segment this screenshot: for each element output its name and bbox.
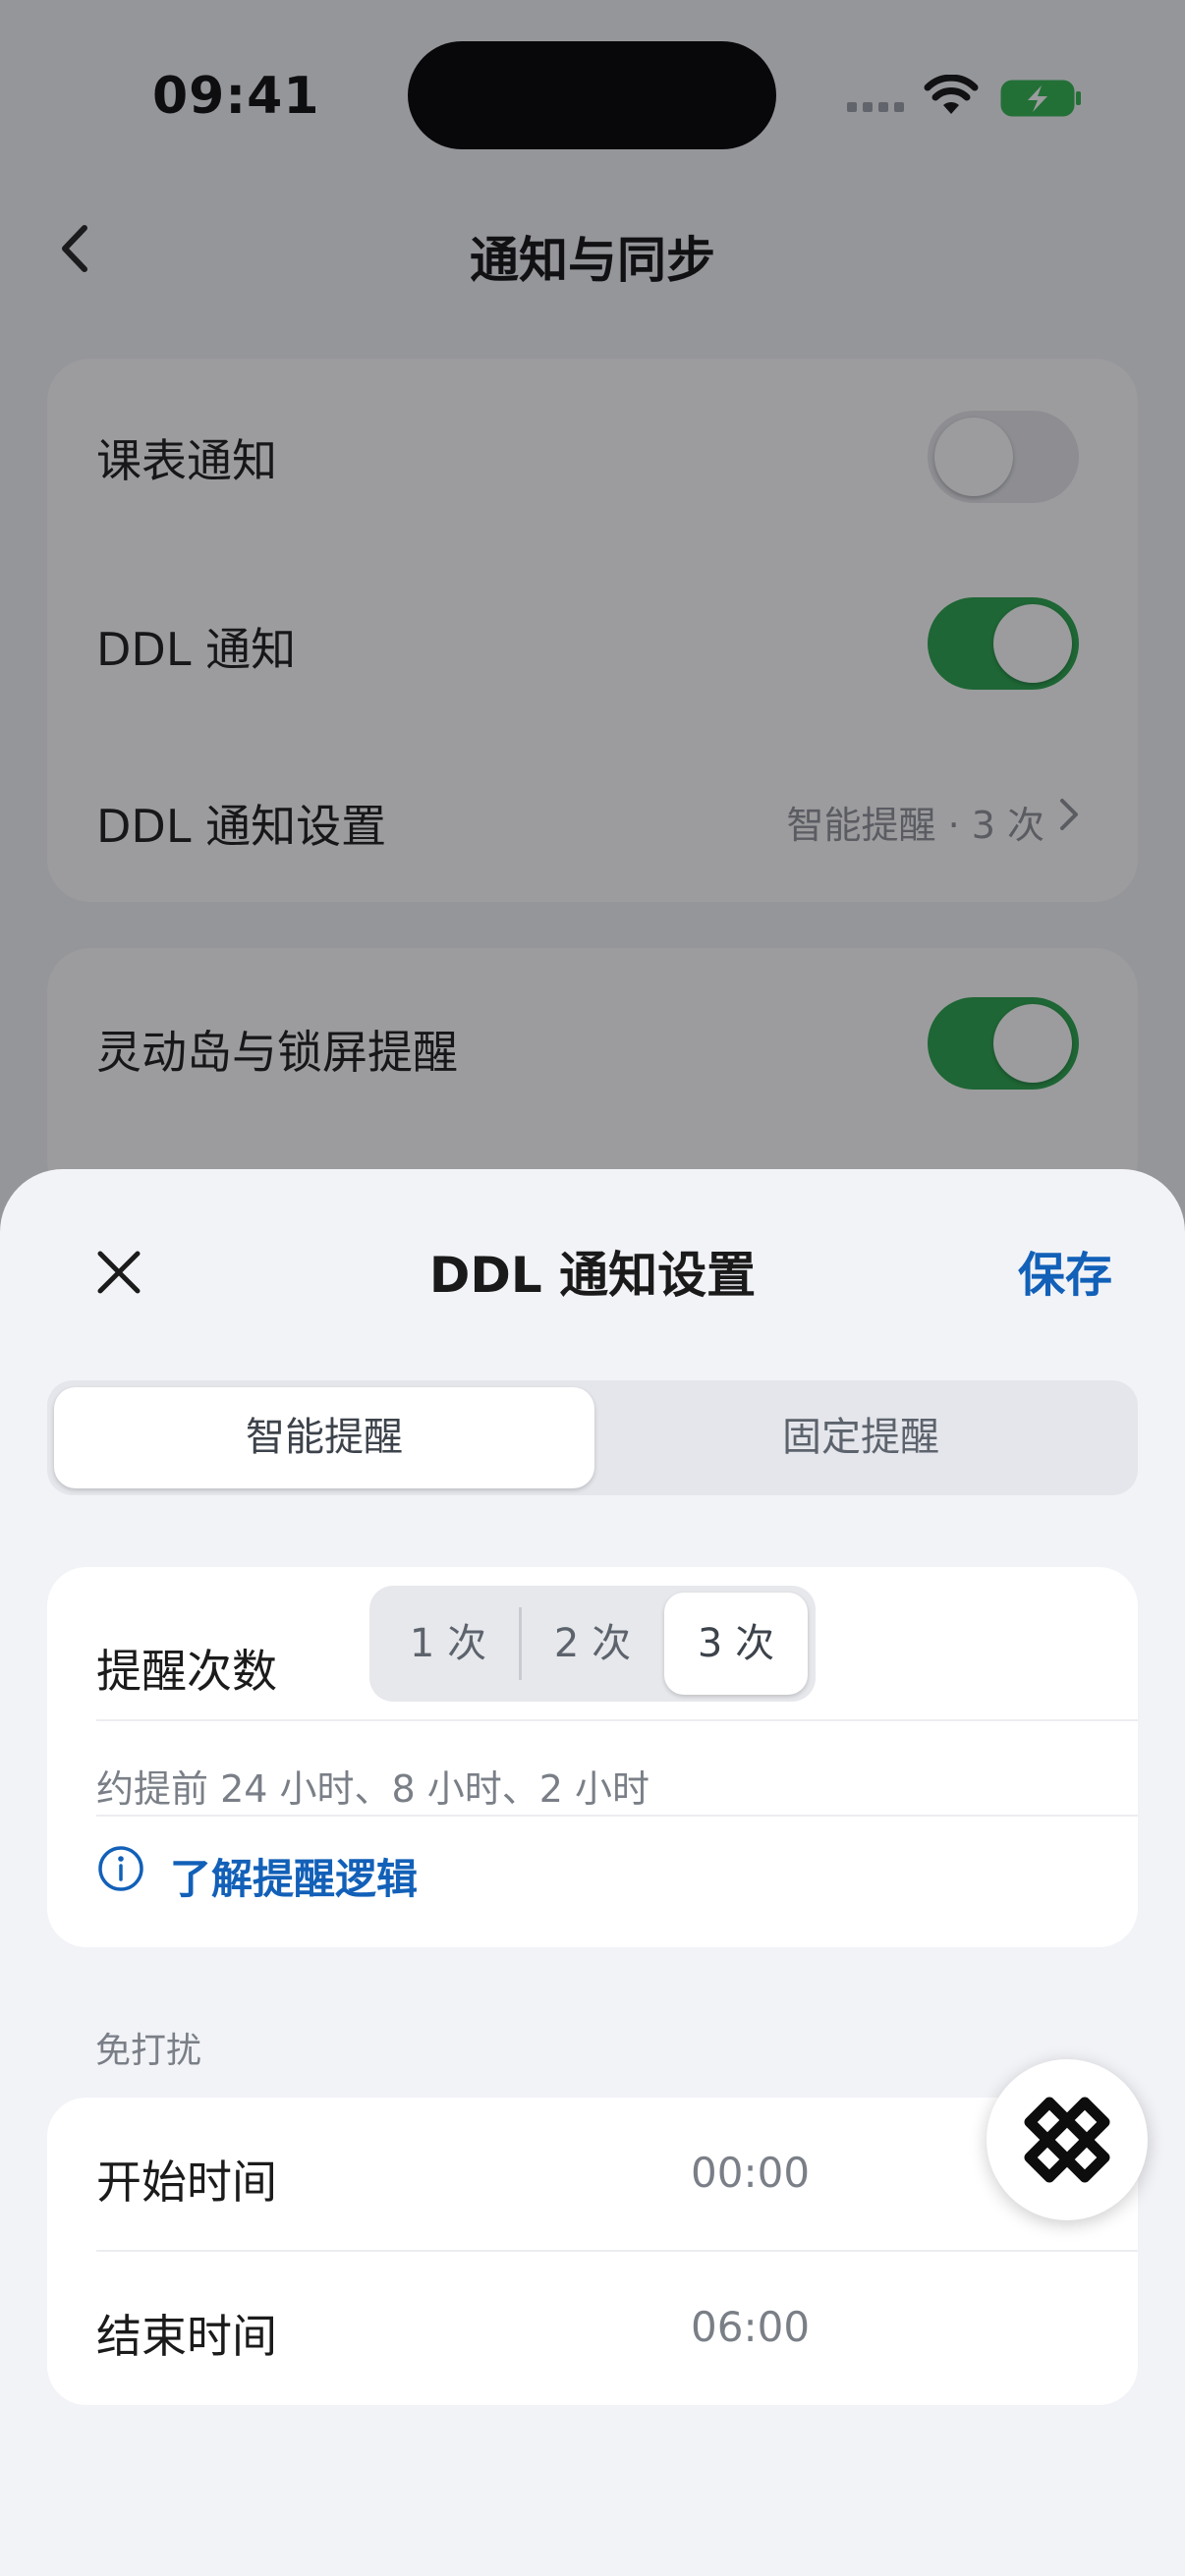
- app-logo-icon: [1024, 2097, 1110, 2183]
- count-option-3[interactable]: 3 次: [664, 1593, 808, 1695]
- do-not-disturb-header: 免打扰: [95, 2031, 202, 2071]
- save-button[interactable]: 保存: [1018, 1236, 1112, 1305]
- ddl-settings-sheet: DDL 通知设置 保存 智能提醒 固定提醒 提醒次数 1 次 2 次 3 次 约…: [0, 1169, 1185, 2576]
- reminder-mode-segmented-control: 智能提醒 固定提醒: [47, 1380, 1138, 1495]
- dnd-start-time-row[interactable]: 开始时间 00:00: [47, 2098, 1138, 2251]
- dnd-end-time-row[interactable]: 结束时间 06:00: [47, 2252, 1138, 2405]
- floating-action-button[interactable]: [987, 2059, 1148, 2220]
- divider: [96, 1815, 1138, 1817]
- reminder-count-card: 提醒次数 1 次 2 次 3 次 约提前 24 小时、8 小时、2 小时 了解提…: [47, 1567, 1138, 1947]
- dnd-end-value: 06:00: [691, 2303, 811, 2351]
- mode-option-smart[interactable]: 智能提醒: [54, 1387, 594, 1488]
- do-not-disturb-card: 开始时间 00:00 结束时间 06:00: [47, 2098, 1138, 2405]
- count-option-2[interactable]: 2 次: [521, 1593, 664, 1695]
- dnd-end-label: 结束时间: [96, 2310, 277, 2363]
- reminder-count-label: 提醒次数: [96, 1645, 277, 1698]
- learn-reminder-logic-text: 了解提醒逻辑: [170, 1855, 419, 1903]
- mode-option-fixed[interactable]: 固定提醒: [591, 1387, 1131, 1488]
- sheet-title: DDL 通知设置: [428, 1247, 757, 1304]
- dnd-start-value: 00:00: [691, 2149, 811, 2197]
- reminder-count-segmented-control: 1 次 2 次 3 次: [369, 1586, 816, 1702]
- dnd-start-label: 开始时间: [96, 2156, 277, 2209]
- info-icon: [98, 1846, 143, 1891]
- count-option-1[interactable]: 1 次: [376, 1593, 520, 1695]
- divider: [96, 1719, 1138, 1721]
- reminder-timing-description: 约提前 24 小时、8 小时、2 小时: [96, 1767, 650, 1811]
